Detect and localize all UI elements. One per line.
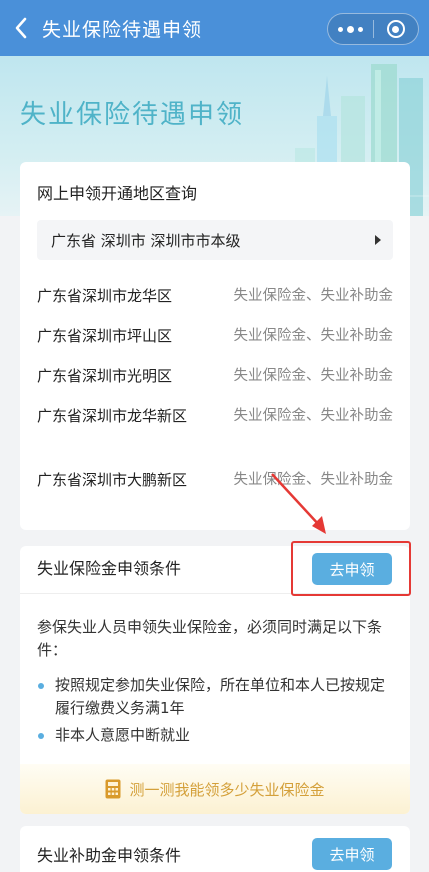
calculator-icon: [105, 779, 121, 799]
miniprogram-capsule: [327, 13, 419, 45]
benefit-calculator-link[interactable]: 测一测我能领多少失业保险金: [20, 764, 410, 814]
region-benefit-types: 失业保险金、失业补助金: [233, 288, 394, 304]
region-area: 广东省深圳市龙华新区: [37, 407, 188, 425]
region-query-heading: 网上申领开通地区查询: [37, 184, 198, 203]
calculator-label: 测一测我能领多少失业保险金: [129, 780, 325, 799]
back-button[interactable]: [0, 0, 42, 56]
region-area: 广东省深圳市光明区: [37, 367, 173, 385]
conditions-description: 参保失业人员申领失业保险金，必须同时满足以下条件：: [37, 618, 383, 659]
target-circle-icon[interactable]: [374, 14, 418, 44]
region-area: 广东省深圳市龙华区: [37, 287, 173, 305]
annotation-arrow-icon: [271, 473, 326, 534]
top-navbar: 失业保险待遇申领: [0, 0, 429, 56]
triangle-right-icon: [375, 235, 381, 245]
region-select-value: 广东省 深圳市 深圳市市本级: [51, 231, 241, 250]
region-benefit-types: 失业保险金、失业补助金: [233, 328, 394, 344]
region-area: 广东省深圳市大鹏新区: [37, 471, 188, 489]
region-query-card: 网上申领开通地区查询 广东省 深圳市 深圳市市本级 广东省深圳市龙华区 失业保险…: [20, 162, 410, 530]
annotation-highlight-box: [291, 541, 411, 596]
unemployment-subsidy-card: 失业补助金申领条件 去申领: [20, 826, 410, 872]
apply-subsidy-button[interactable]: 去申领: [312, 838, 392, 870]
hero-title: 失业保险待遇申领: [20, 100, 245, 130]
condition-item: 按照规定参加失业保险，所在单位和本人已按规定履行缴费义务满1年: [37, 674, 395, 720]
unemployment-benefit-heading: 失业保险金申领条件: [37, 559, 182, 578]
chevron-left-icon: [15, 17, 27, 39]
condition-item: 非本人意愿中断就业: [37, 724, 395, 747]
nav-title: 失业保险待遇申领: [42, 18, 203, 41]
subsidy-heading: 失业补助金申领条件: [37, 846, 182, 865]
region-area: 广东省深圳市坪山区: [37, 327, 173, 345]
more-dots-icon[interactable]: [328, 14, 373, 44]
region-benefit-types: 失业保险金、失业补助金: [233, 368, 394, 384]
conditions-list: 按照规定参加失业保险，所在单位和本人已按规定履行缴费义务满1年 非本人意愿中断就…: [37, 674, 395, 751]
region-benefit-types: 失业保险金、失业补助金: [233, 408, 394, 424]
region-select[interactable]: 广东省 深圳市 深圳市市本级: [37, 220, 393, 260]
